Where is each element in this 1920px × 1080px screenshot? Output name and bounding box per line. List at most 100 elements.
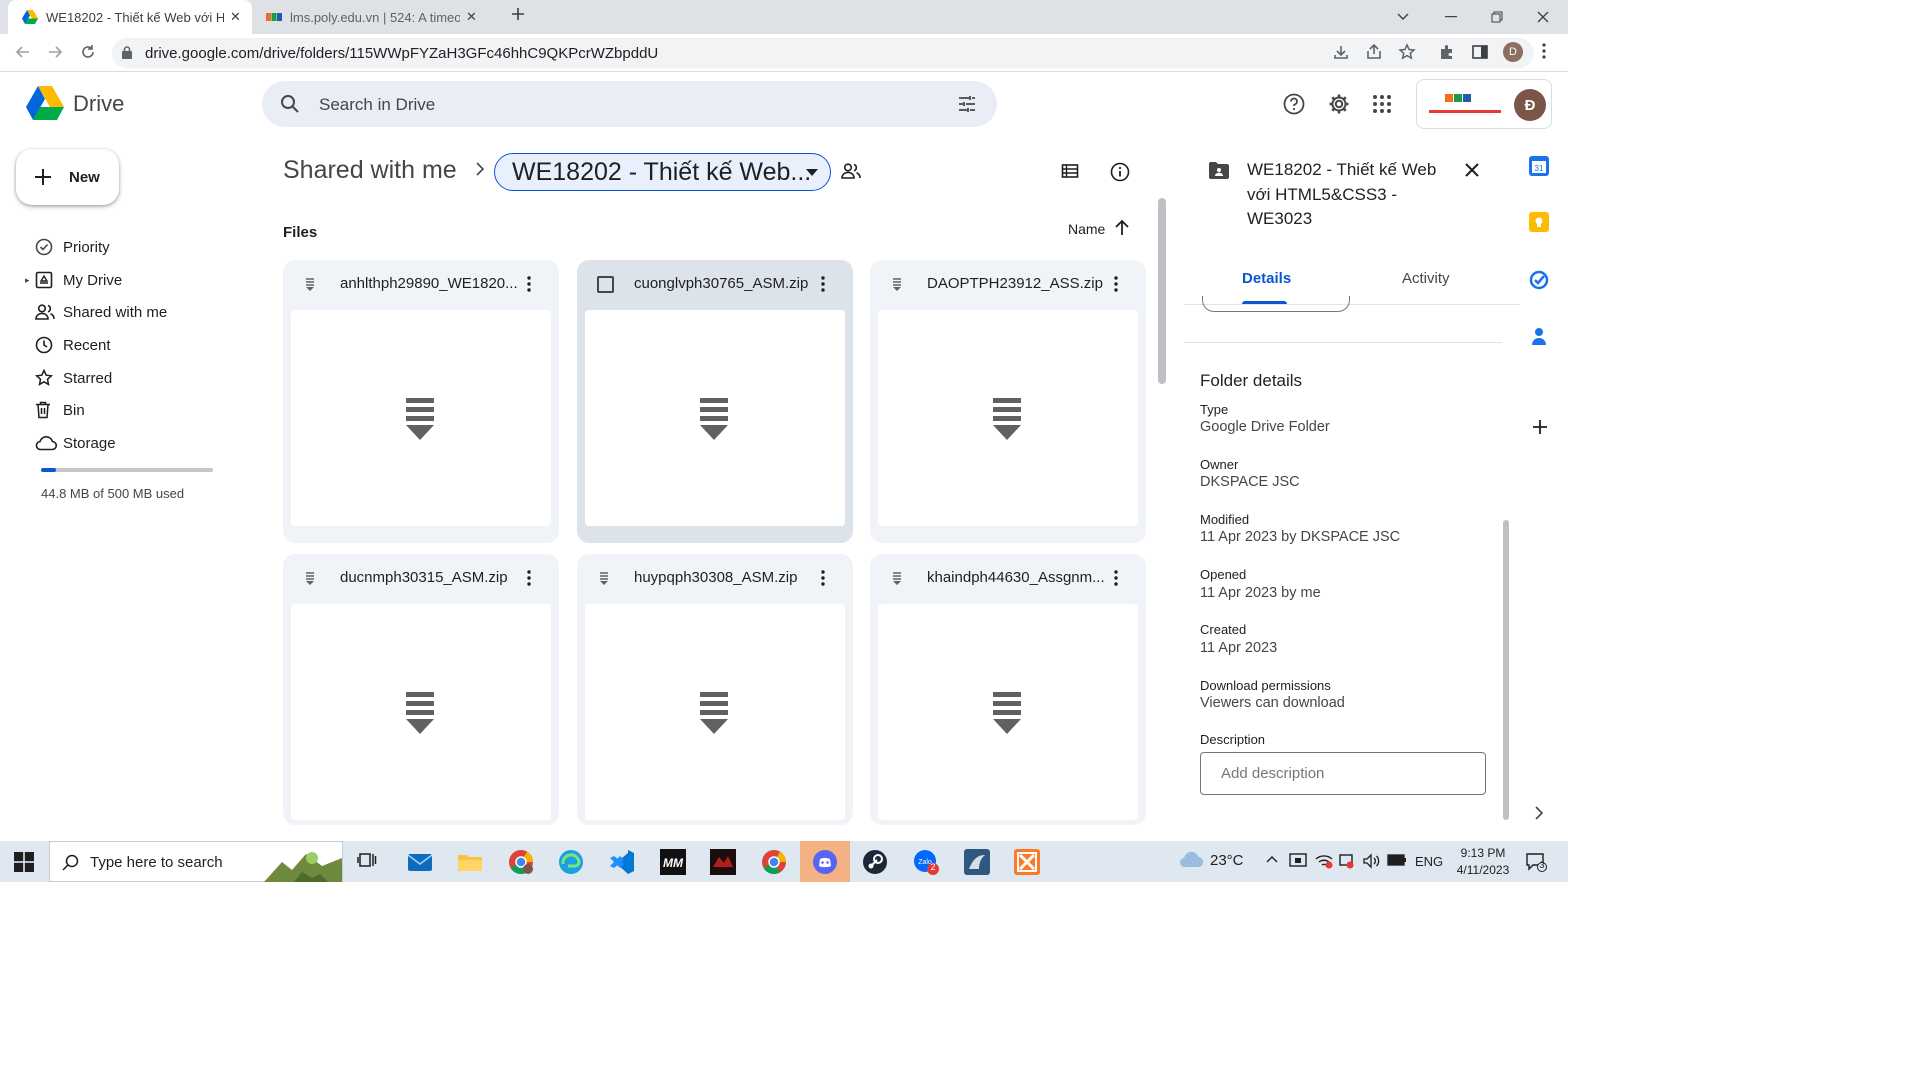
more-actions-icon[interactable] bbox=[527, 276, 531, 292]
extensions-icon[interactable] bbox=[1438, 43, 1456, 61]
mail-app-icon[interactable] bbox=[407, 849, 433, 875]
drive-logo-icon[interactable] bbox=[26, 86, 64, 120]
minimize-icon[interactable] bbox=[1428, 0, 1474, 34]
tab-activity[interactable]: Activity bbox=[1402, 270, 1450, 287]
settings-gear-icon[interactable] bbox=[1328, 93, 1350, 115]
new-button[interactable]: New bbox=[16, 149, 119, 205]
windows-start-icon[interactable] bbox=[14, 852, 34, 872]
weather-temperature[interactable]: 23°C bbox=[1210, 852, 1244, 869]
file-card[interactable]: cuonglvph30765_ASM.zip bbox=[577, 260, 853, 543]
reload-icon[interactable] bbox=[79, 43, 97, 61]
chrome-profile-icon[interactable] bbox=[508, 849, 534, 875]
vscode-icon[interactable] bbox=[609, 849, 635, 875]
sidebar-item-shared-with-me[interactable]: Shared with me bbox=[27, 296, 227, 328]
keep-icon[interactable] bbox=[1529, 212, 1549, 232]
file-card[interactable]: DAOPTPH23912_ASS.zip bbox=[870, 260, 1146, 543]
sidebar-item-my-drive[interactable]: ▸ My Drive bbox=[25, 264, 227, 296]
close-tab-icon[interactable]: ✕ bbox=[466, 9, 477, 25]
zalo-icon[interactable]: Zalo 2 bbox=[913, 849, 939, 875]
apps-grid-icon[interactable] bbox=[1373, 95, 1391, 113]
file-card[interactable]: anhlthph29890_WE1820... bbox=[283, 260, 559, 543]
close-tab-icon[interactable]: ✕ bbox=[230, 9, 241, 25]
chrome-menu-icon[interactable] bbox=[1542, 43, 1546, 59]
back-icon[interactable] bbox=[14, 43, 32, 61]
forward-icon[interactable] bbox=[46, 43, 64, 61]
browser-tab-drive[interactable]: WE18202 - Thiết kế Web với HTML5&CSS3 - … bbox=[8, 0, 252, 34]
sidebar-item-starred[interactable]: Starred bbox=[27, 362, 227, 394]
expand-caret-icon[interactable]: ▸ bbox=[25, 275, 30, 286]
more-actions-icon[interactable] bbox=[821, 276, 825, 292]
system-clock[interactable]: 9:13 PM 4/11/2023 bbox=[1451, 845, 1515, 879]
tray-chevron-up-icon[interactable] bbox=[1266, 855, 1278, 863]
file-card[interactable]: huypqph30308_ASM.zip bbox=[577, 554, 853, 825]
close-icon[interactable] bbox=[1464, 162, 1480, 178]
search-bar[interactable]: Search in Drive bbox=[262, 81, 997, 127]
chrome-icon[interactable] bbox=[761, 849, 787, 875]
file-card[interactable]: ducnmph30315_ASM.zip bbox=[283, 554, 559, 825]
file-explorer-icon[interactable] bbox=[457, 849, 483, 875]
language-indicator[interactable]: ENG bbox=[1415, 854, 1443, 869]
chevron-right-icon[interactable] bbox=[1535, 806, 1543, 820]
mysql-workbench-icon[interactable] bbox=[964, 849, 990, 875]
weather-cloud-icon[interactable] bbox=[1178, 850, 1204, 876]
mm-app-icon[interactable]: MM bbox=[660, 849, 686, 875]
breadcrumb-current-folder[interactable]: WE18202 - Thiết kế Web... bbox=[494, 153, 831, 191]
sort-ascending-arrow-icon[interactable] bbox=[1114, 219, 1130, 237]
more-actions-icon[interactable] bbox=[821, 570, 825, 586]
discord-icon[interactable] bbox=[812, 849, 838, 875]
xampp-icon[interactable] bbox=[1014, 849, 1040, 875]
manage-access-button[interactable] bbox=[1202, 296, 1350, 312]
sidebar-item-bin[interactable]: Bin bbox=[27, 394, 227, 426]
restore-icon[interactable] bbox=[1474, 0, 1520, 34]
more-actions-icon[interactable] bbox=[527, 570, 531, 586]
account-switcher[interactable]: Đ bbox=[1416, 79, 1552, 129]
profile-avatar[interactable]: D bbox=[1503, 42, 1523, 62]
battery-icon[interactable] bbox=[1387, 854, 1407, 866]
game-app-icon[interactable] bbox=[710, 849, 736, 875]
more-actions-icon[interactable] bbox=[1114, 570, 1118, 586]
network-error-icon[interactable] bbox=[1338, 853, 1356, 869]
sort-by-name-button[interactable]: Name bbox=[1068, 221, 1105, 237]
address-bar[interactable]: drive.google.com/drive/folders/115WWpFYZ… bbox=[112, 38, 1534, 68]
notifications-icon[interactable]: 3 bbox=[1525, 852, 1547, 872]
tab-search-icon[interactable] bbox=[1380, 0, 1426, 34]
main-scrollbar[interactable] bbox=[1158, 198, 1166, 384]
app-name[interactable]: Drive bbox=[73, 91, 124, 117]
sidebar-item-recent[interactable]: Recent bbox=[27, 329, 227, 361]
task-view-icon[interactable] bbox=[356, 849, 382, 875]
share-icon[interactable] bbox=[1365, 43, 1383, 61]
search-options-icon[interactable] bbox=[957, 94, 977, 114]
sidebar-item-storage[interactable]: Storage bbox=[27, 427, 227, 459]
select-checkbox[interactable] bbox=[597, 276, 614, 293]
search-input[interactable]: Search in Drive bbox=[319, 95, 435, 115]
info-icon[interactable] bbox=[1110, 162, 1130, 182]
new-tab-button[interactable] bbox=[510, 6, 526, 22]
more-actions-icon[interactable] bbox=[1114, 276, 1118, 292]
close-window-icon[interactable] bbox=[1520, 0, 1566, 34]
shared-folder-icon[interactable] bbox=[841, 163, 861, 179]
sidebar-item-priority[interactable]: Priority bbox=[27, 231, 227, 263]
tasks-icon[interactable] bbox=[1529, 270, 1549, 290]
steam-icon[interactable] bbox=[862, 849, 888, 875]
user-avatar[interactable]: Đ bbox=[1514, 89, 1546, 121]
tray-app-icon[interactable] bbox=[1289, 853, 1307, 869]
breadcrumb-root[interactable]: Shared with me bbox=[283, 156, 457, 185]
edge-browser-icon[interactable] bbox=[558, 849, 584, 875]
side-panel-icon[interactable] bbox=[1471, 43, 1489, 61]
file-card[interactable]: khaindph44630_Assgnm... bbox=[870, 554, 1146, 825]
browser-tab-lms[interactable]: lms.poly.edu.vn | 524: A timeout occurre… bbox=[252, 0, 496, 34]
details-scrollbar[interactable] bbox=[1503, 520, 1509, 820]
tab-details[interactable]: Details bbox=[1242, 270, 1291, 287]
calendar-icon[interactable]: 31 bbox=[1529, 156, 1549, 176]
volume-icon[interactable] bbox=[1362, 853, 1380, 869]
help-icon[interactable] bbox=[1283, 93, 1305, 115]
list-view-icon[interactable] bbox=[1061, 162, 1079, 180]
description-field[interactable]: Add description bbox=[1200, 752, 1486, 795]
wifi-icon[interactable] bbox=[1315, 853, 1333, 869]
bookmark-star-icon[interactable] bbox=[1398, 43, 1416, 61]
taskbar-search-box[interactable]: Type here to search bbox=[49, 841, 343, 882]
contacts-icon[interactable] bbox=[1532, 327, 1546, 345]
search-icon[interactable] bbox=[280, 94, 300, 114]
install-app-icon[interactable] bbox=[1332, 43, 1350, 61]
add-addon-icon[interactable] bbox=[1532, 419, 1548, 435]
